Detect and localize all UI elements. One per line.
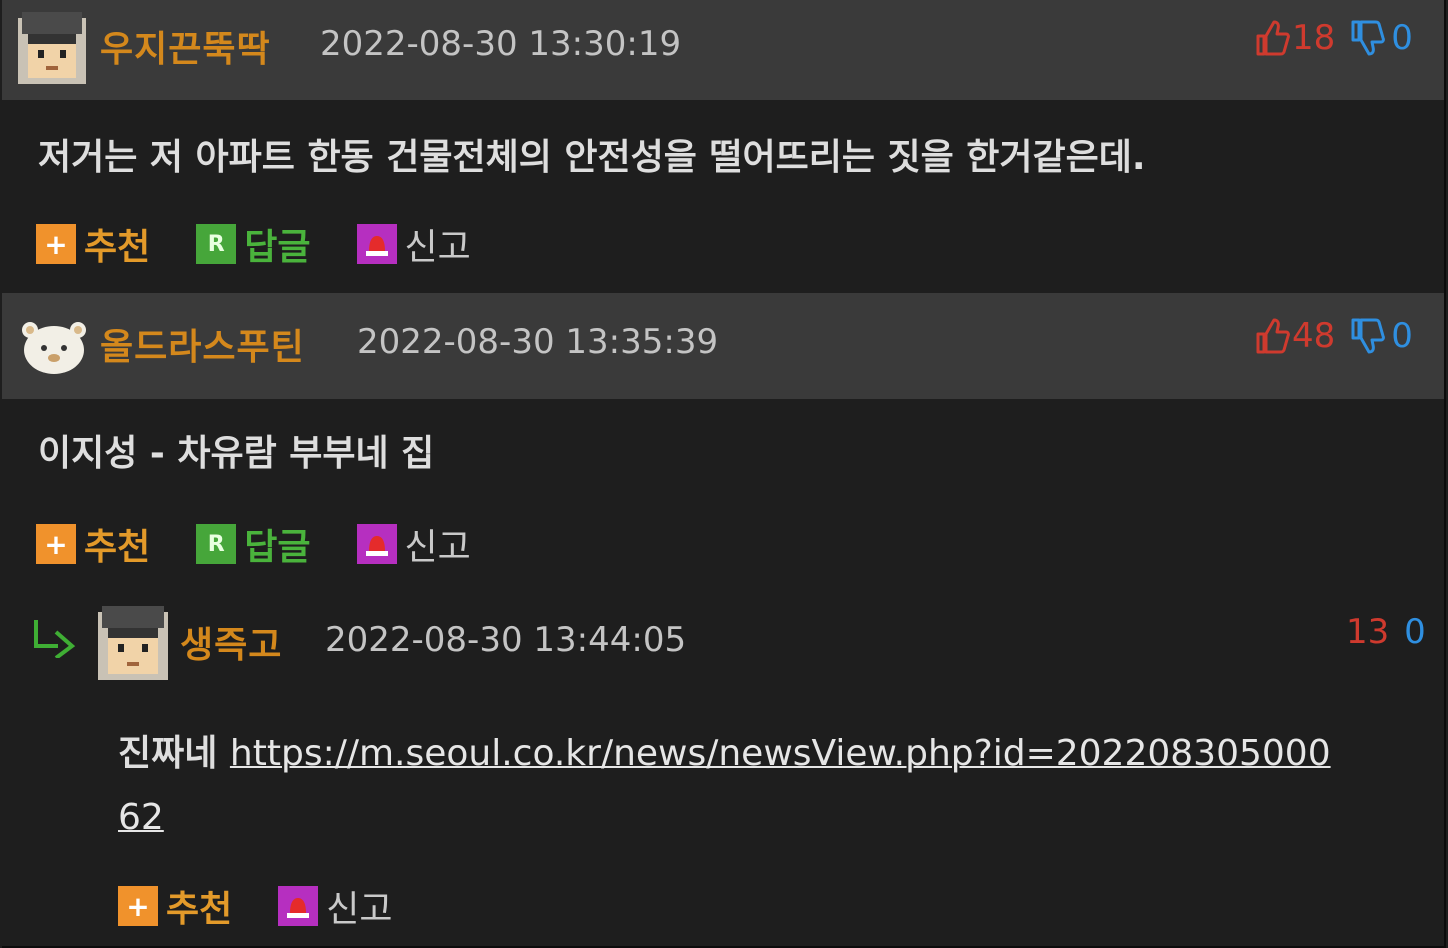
report-label: 신고 xyxy=(404,527,471,568)
reply-actions: + 추천 신고 xyxy=(118,880,439,932)
comment-actions: + 추천 R 답글 신고 xyxy=(36,518,517,570)
recommend-button[interactable]: + 추천 xyxy=(118,880,232,932)
thumbs-down-icon[interactable] xyxy=(1347,18,1387,58)
user-avatar-icon[interactable] xyxy=(98,606,168,680)
vote-counter: 13 0 xyxy=(1346,612,1426,652)
reply-label: 답글 xyxy=(244,227,311,268)
comment-username[interactable]: 올드라스푸틴 xyxy=(100,318,305,370)
comment-datetime: 2022-08-30 13:35:39 xyxy=(357,322,719,362)
news-link[interactable]: https://m.seoul.co.kr/news/newsView.php?… xyxy=(230,733,1331,774)
reply-datetime: 2022-08-30 13:44:05 xyxy=(325,620,687,660)
reply-r-icon: R xyxy=(196,224,237,264)
thumbs-up-icon[interactable] xyxy=(1252,316,1292,356)
comment-datetime: 2022-08-30 13:30:19 xyxy=(320,24,682,64)
upvote-count: 18 xyxy=(1292,18,1336,58)
comment-actions: + 추천 R 답글 신고 xyxy=(36,218,517,270)
downvote-count: 0 xyxy=(1391,18,1413,58)
vote-counter: 48 0 xyxy=(1252,316,1413,356)
upvote-count: 13 xyxy=(1346,612,1390,652)
comment-username[interactable]: 우지끈뚝딱 xyxy=(100,20,271,72)
recommend-label: 추천 xyxy=(84,227,151,268)
thumbs-down-icon[interactable] xyxy=(1347,316,1387,356)
recommend-label: 추천 xyxy=(84,527,151,568)
vote-counter: 18 0 xyxy=(1252,18,1413,58)
report-button[interactable]: 신고 xyxy=(356,518,471,570)
siren-icon xyxy=(278,886,319,926)
siren-icon xyxy=(356,524,397,564)
news-link-continued[interactable]: 62 xyxy=(118,797,164,838)
reply-arrow-icon xyxy=(34,620,76,658)
comment-body: 저거는 저 아파트 한동 건물전체의 안전성을 떨어뜨리는 짓을 한거같은데. xyxy=(38,137,1146,178)
user-avatar-icon[interactable] xyxy=(22,318,86,376)
recommend-button[interactable]: + 추천 xyxy=(36,518,150,570)
reply-button[interactable]: R 답글 xyxy=(196,218,311,270)
plus-icon: + xyxy=(118,886,158,926)
reply-label: 답글 xyxy=(244,527,311,568)
reply-username[interactable]: 생즉고 xyxy=(180,616,282,668)
reply-text: 진짜네 xyxy=(118,733,218,774)
siren-icon xyxy=(356,224,397,264)
downvote-count: 0 xyxy=(1391,316,1413,356)
reply-button[interactable]: R 답글 xyxy=(196,518,311,570)
reply-r-icon: R xyxy=(196,524,237,564)
plus-icon: + xyxy=(36,224,76,264)
report-button[interactable]: 신고 xyxy=(278,880,393,932)
user-avatar-icon[interactable] xyxy=(18,12,86,84)
report-label: 신고 xyxy=(404,227,471,268)
upvote-count: 48 xyxy=(1292,316,1336,356)
recommend-label: 추천 xyxy=(166,889,233,930)
report-button[interactable]: 신고 xyxy=(356,218,471,270)
report-label: 신고 xyxy=(326,889,393,930)
comment-body: 이지성 - 차유람 부부네 집 xyxy=(38,433,435,474)
downvote-count: 0 xyxy=(1404,612,1426,652)
reply-body: 진짜네 https://m.seoul.co.kr/news/newsView.… xyxy=(118,722,1418,850)
thumbs-up-icon[interactable] xyxy=(1252,18,1292,58)
recommend-button[interactable]: + 추천 xyxy=(36,218,150,270)
plus-icon: + xyxy=(36,524,76,564)
